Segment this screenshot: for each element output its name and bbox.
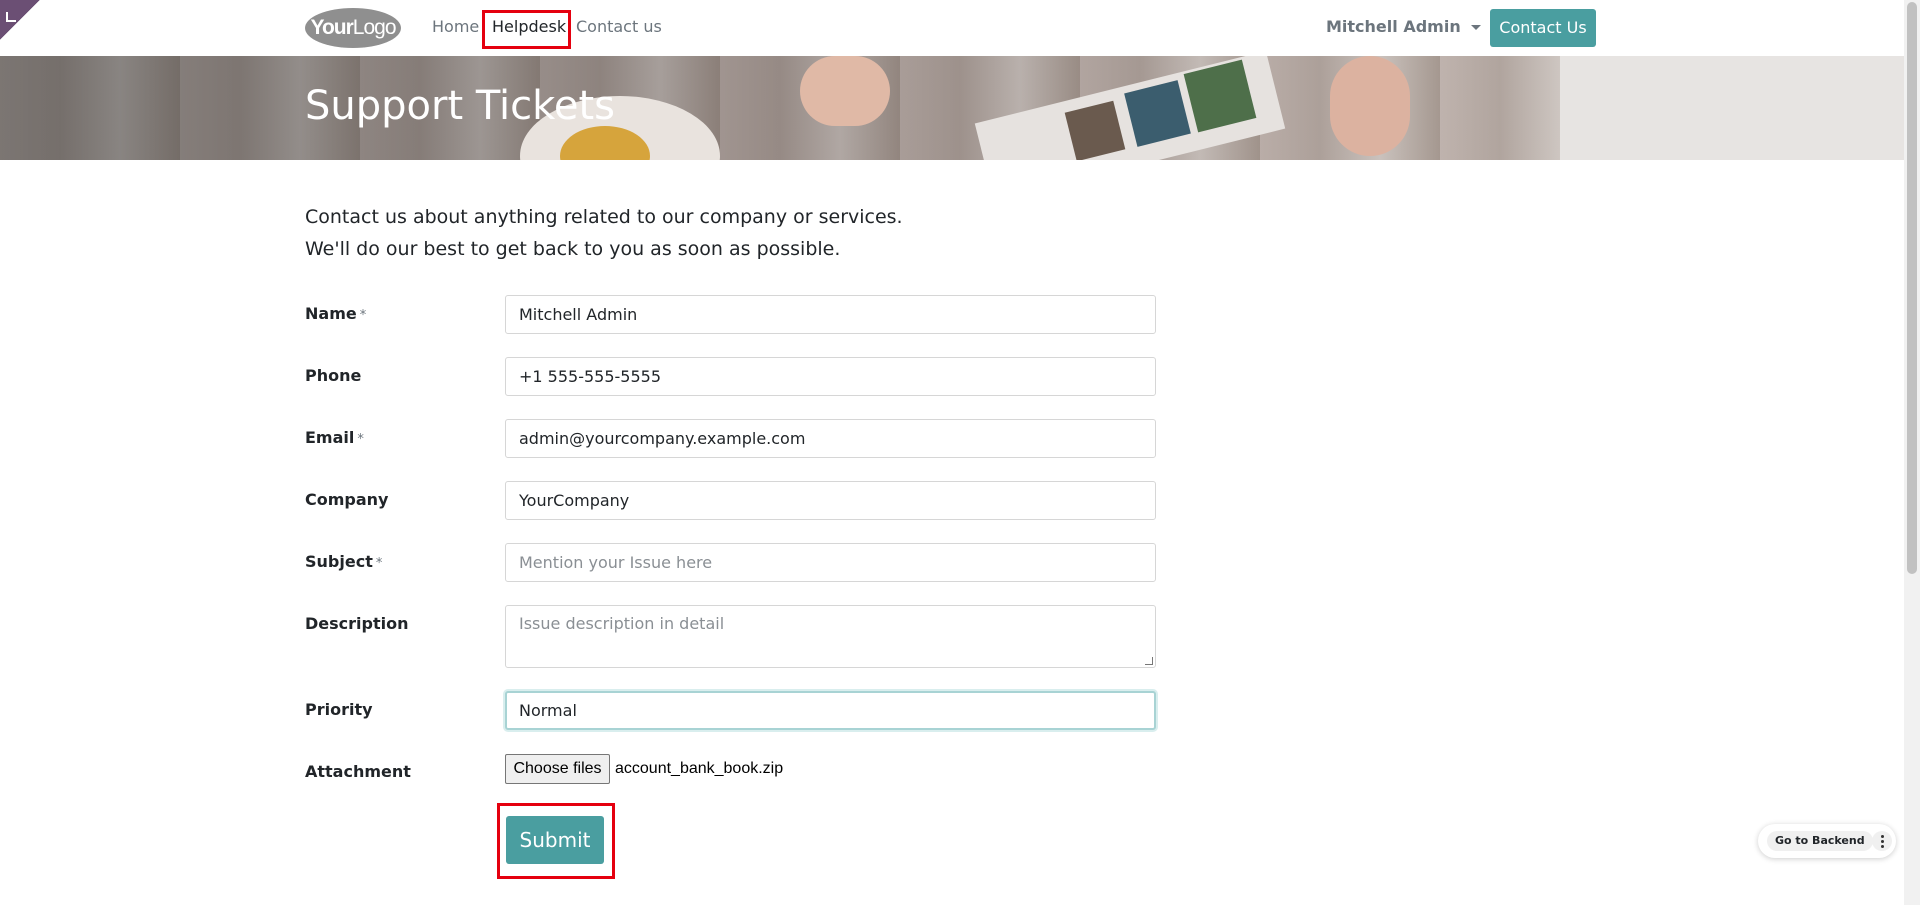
priority-label: Priority xyxy=(305,700,373,719)
backend-pill: Go to Backend xyxy=(1758,824,1896,858)
user-name: Mitchell Admin xyxy=(1326,17,1461,36)
subject-field[interactable]: Mention your Issue here xyxy=(505,543,1156,582)
attachment-label: Attachment xyxy=(305,762,411,781)
phone-label: Phone xyxy=(305,366,362,385)
intro-line-1: Contact us about anything related to our… xyxy=(305,206,903,228)
company-field[interactable]: YourCompany xyxy=(505,481,1156,520)
scrollbar-thumb[interactable] xyxy=(1907,2,1917,574)
name-label: Name * xyxy=(305,304,367,323)
phone-field[interactable]: +1 555-555-5555 xyxy=(505,357,1156,396)
choose-files-button[interactable]: Choose files xyxy=(505,754,610,784)
email-label: Email * xyxy=(305,428,364,447)
description-placeholder: Issue description in detail xyxy=(519,614,725,633)
description-label: Description xyxy=(305,614,409,633)
nav-link-helpdesk[interactable]: Helpdesk xyxy=(492,17,566,37)
description-textarea[interactable]: Issue description in detail xyxy=(505,605,1156,668)
page-title: Support Tickets xyxy=(305,83,616,129)
intro-text: Contact us about anything related to our… xyxy=(305,201,903,265)
nav-link-contact[interactable]: Contact us xyxy=(576,17,662,37)
nav-link-home[interactable]: Home xyxy=(432,17,479,37)
priority-select[interactable]: Normal xyxy=(505,691,1156,730)
submit-button[interactable]: Submit xyxy=(506,816,604,864)
caret-down-icon xyxy=(1470,25,1481,30)
page-banner: Support Tickets xyxy=(0,56,1904,160)
resize-grip-icon[interactable] xyxy=(1145,657,1153,665)
company-label: Company xyxy=(305,490,389,509)
go-to-backend-button[interactable]: Go to Backend xyxy=(1767,831,1873,851)
user-menu[interactable]: Mitchell Admin xyxy=(1326,17,1481,37)
navbar: YourLogo Home Helpdesk Contact us Mitche… xyxy=(0,0,1904,56)
email-field[interactable]: admin@yourcompany.example.com xyxy=(505,419,1156,458)
attached-file-name: account_bank_book.zip xyxy=(615,760,784,777)
edit-corner-icon[interactable] xyxy=(0,0,40,40)
page-scrollbar[interactable] xyxy=(1904,0,1920,905)
company-logo[interactable]: YourLogo xyxy=(305,8,401,48)
subject-label: Subject * xyxy=(305,552,383,571)
name-field[interactable]: Mitchell Admin xyxy=(505,295,1156,334)
page: YourLogo Home Helpdesk Contact us Mitche… xyxy=(0,0,1920,905)
kebab-menu-icon[interactable] xyxy=(1872,831,1892,851)
intro-line-2: We'll do our best to get back to you as … xyxy=(305,238,841,260)
contact-us-button[interactable]: Contact Us xyxy=(1490,9,1596,47)
